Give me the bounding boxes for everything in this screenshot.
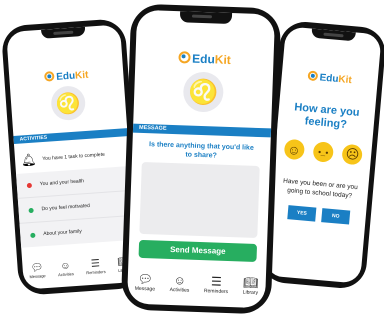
app-logo: EduKit <box>135 50 273 69</box>
center-phone: EduKit ♌ MESSAGE Is there anything that … <box>120 3 282 315</box>
center-screen: EduKit ♌ MESSAGE Is there anything that … <box>126 9 276 309</box>
nav-message[interactable]: 💬︎ Message <box>29 262 46 279</box>
right-screen: EduKit How are you feeling? ☺ •_• ☹ Have… <box>264 26 382 284</box>
chat-icon: 💬︎ <box>137 271 154 287</box>
sad-face-icon[interactable]: ☹ <box>341 143 364 166</box>
edukit-logo-icon <box>43 71 55 82</box>
nav-library[interactable]: 📖︎Library <box>243 276 259 297</box>
nav-reminders[interactable]: ☰ Reminders <box>204 274 229 295</box>
book-icon: 📖︎ <box>242 275 259 291</box>
list-icon: ☰ <box>90 258 101 270</box>
activity-list: You and your health Do you feel motivate… <box>16 165 135 248</box>
bottom-nav: 💬︎Message ☺Activities ☰Reminders 📖︎Libra… <box>22 256 137 280</box>
yes-button[interactable]: YES <box>287 205 317 222</box>
bell-icon: 🔔︎ <box>20 152 37 168</box>
nav-activities[interactable]: ☺ Activities <box>170 273 190 294</box>
head-icon: ☺ <box>59 260 71 273</box>
edukit-logo-icon <box>307 70 319 82</box>
list-icon: ☰ <box>210 274 222 289</box>
phone-notch <box>41 26 86 39</box>
phone-notch <box>179 11 233 24</box>
left-screen: EduKit ♌ ACTIVITIES 🔔︎ You have 1 task t… <box>6 24 138 290</box>
emoji-row: ☺ •_• ☹ <box>279 138 368 166</box>
send-message-button[interactable]: Send Message <box>138 239 258 262</box>
lion-icon: ♌ <box>55 92 82 116</box>
message-input[interactable] <box>139 161 260 239</box>
phone-notch <box>311 28 356 42</box>
school-question: Have you been or are you going to school… <box>282 177 358 200</box>
message-prompt: Is there anything that you'd like to sha… <box>148 141 254 160</box>
lion-avatar: ♌ <box>50 84 87 122</box>
message-header: MESSAGE <box>132 123 272 138</box>
status-dot <box>30 232 36 238</box>
app-logo: EduKit <box>281 68 378 88</box>
head-icon: ☺ <box>173 273 187 288</box>
list-item-label: You and your health <box>39 178 85 188</box>
app-logo: EduKit <box>9 66 124 86</box>
lion-icon: ♌ <box>187 78 219 107</box>
task-text: You have 1 task to complete <box>42 151 106 163</box>
happy-face-icon[interactable]: ☺ <box>283 138 305 161</box>
nav-reminders[interactable]: ☰ Reminders <box>85 258 106 275</box>
nav-message[interactable]: 💬︎ Message <box>135 272 156 293</box>
nav-activities[interactable]: ☺ Activities <box>57 260 74 277</box>
lion-avatar: ♌ <box>182 71 225 113</box>
list-item-label: About your family <box>43 228 83 238</box>
bottom-nav: 💬︎Message ☺Activities ☰Reminders 📖︎Libra… <box>127 272 266 297</box>
status-dot <box>28 207 34 213</box>
activities-header: ACTIVITIES <box>13 128 128 145</box>
neutral-face-icon[interactable]: •_• <box>312 141 335 163</box>
edukit-logo-icon <box>177 51 191 64</box>
status-dot <box>26 182 33 188</box>
list-item-label: Do you feel motivated <box>41 202 91 213</box>
feeling-question: How are you feeling? <box>293 101 361 131</box>
no-button[interactable]: NO <box>321 208 351 225</box>
